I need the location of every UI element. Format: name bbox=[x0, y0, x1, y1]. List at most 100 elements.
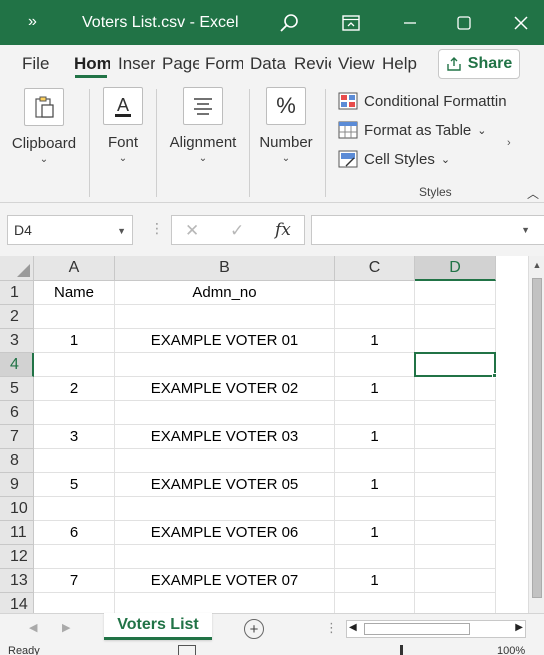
row-header[interactable]: 7 bbox=[0, 425, 34, 449]
cell-d[interactable] bbox=[415, 521, 496, 545]
cell-d[interactable] bbox=[415, 305, 496, 329]
row-header[interactable]: 9 bbox=[0, 473, 34, 497]
cell-b[interactable] bbox=[115, 353, 335, 377]
insert-function-icon[interactable]: fx bbox=[275, 220, 291, 240]
row-header[interactable]: 12 bbox=[0, 545, 34, 569]
column-header-c[interactable]: C bbox=[335, 256, 415, 281]
share-button[interactable]: Share bbox=[438, 49, 520, 79]
tab-help[interactable]: Help bbox=[382, 54, 417, 74]
cell-b[interactable] bbox=[115, 305, 335, 329]
tab-page-layout[interactable]: Page bbox=[162, 54, 199, 74]
row-header[interactable]: 10 bbox=[0, 497, 34, 521]
cell-b[interactable] bbox=[115, 401, 335, 425]
sheet-tab-voters-list[interactable]: Voters List bbox=[104, 613, 212, 640]
formula-input[interactable]: ▼ bbox=[311, 215, 544, 245]
cell-a[interactable]: 7 bbox=[34, 569, 115, 593]
column-header-a[interactable]: A bbox=[34, 256, 115, 281]
cell-a[interactable]: 6 bbox=[34, 521, 115, 545]
column-header-d[interactable]: D bbox=[415, 256, 496, 281]
cell-a[interactable] bbox=[34, 401, 115, 425]
tab-review[interactable]: Revie bbox=[294, 54, 331, 74]
cell-a[interactable]: 2 bbox=[34, 377, 115, 401]
row-header[interactable]: 8 bbox=[0, 449, 34, 473]
cell-c[interactable] bbox=[335, 353, 415, 377]
column-header-b[interactable]: B bbox=[115, 256, 335, 281]
minimize-icon[interactable] bbox=[387, 0, 433, 45]
conditional-formatting-button[interactable]: Conditional Formattin bbox=[338, 90, 507, 112]
fill-handle[interactable] bbox=[492, 373, 497, 378]
cell-a[interactable]: Name bbox=[34, 281, 115, 305]
cell-c[interactable]: 1 bbox=[335, 377, 415, 401]
scroll-right-icon[interactable]: ▶ bbox=[515, 622, 523, 633]
ribbon-display-options-icon[interactable] bbox=[328, 0, 374, 45]
zoom-level[interactable]: 100% bbox=[497, 645, 525, 655]
formula-bar-resize-handle[interactable]: ⋮ bbox=[150, 220, 164, 237]
cell-b[interactable] bbox=[115, 497, 335, 521]
cell-c[interactable]: 1 bbox=[335, 521, 415, 545]
select-all-button[interactable] bbox=[0, 256, 34, 281]
row-header[interactable]: 13 bbox=[0, 569, 34, 593]
cell-d[interactable] bbox=[415, 497, 496, 521]
tab-view[interactable]: View bbox=[338, 54, 375, 74]
alignment-button[interactable]: Alignment ⌄ bbox=[163, 83, 243, 164]
row-header[interactable]: 1 bbox=[0, 281, 34, 305]
add-sheet-icon[interactable]: + bbox=[244, 619, 264, 639]
cell-c[interactable] bbox=[335, 401, 415, 425]
cell-a[interactable] bbox=[34, 497, 115, 521]
cell-b[interactable] bbox=[115, 593, 335, 613]
cell-a[interactable]: 5 bbox=[34, 473, 115, 497]
cell-c[interactable] bbox=[335, 497, 415, 521]
scroll-left-icon[interactable]: ◀ bbox=[349, 622, 357, 633]
cell-a[interactable] bbox=[34, 449, 115, 473]
name-box[interactable]: D4 ▼ bbox=[7, 215, 133, 245]
cell-c[interactable]: 1 bbox=[335, 473, 415, 497]
cell-b[interactable]: EXAMPLE VOTER 06 bbox=[115, 521, 335, 545]
enter-icon[interactable]: ✓ bbox=[230, 221, 244, 241]
row-header[interactable]: 6 bbox=[0, 401, 34, 425]
horizontal-scrollbar[interactable]: ◀ ▶ bbox=[346, 620, 526, 638]
tab-data[interactable]: Data bbox=[250, 54, 288, 74]
next-sheet-icon[interactable]: ▶ bbox=[62, 621, 70, 634]
number-button[interactable]: % Number ⌄ bbox=[255, 83, 317, 164]
font-button[interactable]: A Font ⌄ bbox=[96, 83, 150, 164]
cell-styles-button[interactable]: Cell Styles ⌄ bbox=[338, 148, 450, 170]
row-header[interactable]: 5 bbox=[0, 377, 34, 401]
search-icon[interactable] bbox=[266, 0, 312, 45]
cell-c[interactable] bbox=[335, 449, 415, 473]
quick-access-overflow-icon[interactable]: » bbox=[28, 13, 37, 31]
maximize-icon[interactable] bbox=[441, 0, 487, 45]
cell-b[interactable]: EXAMPLE VOTER 01 bbox=[115, 329, 335, 353]
cell-d[interactable] bbox=[415, 401, 496, 425]
chevron-down-icon[interactable]: ▼ bbox=[117, 226, 126, 236]
previous-sheet-icon[interactable]: ◀ bbox=[29, 621, 37, 634]
cell-b[interactable]: EXAMPLE VOTER 03 bbox=[115, 425, 335, 449]
cell-a[interactable] bbox=[34, 593, 115, 613]
cell-c[interactable] bbox=[335, 305, 415, 329]
cell-b[interactable] bbox=[115, 545, 335, 569]
cell-c[interactable]: 1 bbox=[335, 425, 415, 449]
cell-a[interactable]: 1 bbox=[34, 329, 115, 353]
vertical-scrollbar[interactable]: ▲ bbox=[528, 256, 544, 613]
row-header[interactable]: 14 bbox=[0, 593, 34, 613]
cell-c[interactable] bbox=[335, 281, 415, 305]
cell-c[interactable] bbox=[335, 545, 415, 569]
cell-d[interactable] bbox=[415, 425, 496, 449]
zoom-slider[interactable] bbox=[400, 645, 403, 655]
row-header[interactable]: 2 bbox=[0, 305, 34, 329]
cell-a[interactable] bbox=[34, 353, 115, 377]
ribbon-scroll-right-icon[interactable]: › bbox=[507, 137, 511, 149]
collapse-ribbon-icon[interactable]: ︿ bbox=[527, 185, 539, 202]
cell-b[interactable]: EXAMPLE VOTER 05 bbox=[115, 473, 335, 497]
tab-formulas[interactable]: Form bbox=[205, 54, 243, 74]
clipboard-button[interactable]: Clipboard ⌄ bbox=[6, 83, 82, 165]
row-header[interactable]: 4 bbox=[0, 353, 34, 377]
cell-d[interactable] bbox=[415, 377, 496, 401]
cell-a[interactable] bbox=[34, 305, 115, 329]
cell-d[interactable] bbox=[415, 329, 496, 353]
scroll-up-icon[interactable]: ▲ bbox=[529, 260, 544, 270]
horizontal-scroll-thumb[interactable] bbox=[364, 623, 470, 635]
cancel-icon[interactable]: ✕ bbox=[185, 221, 199, 241]
sheet-tab-resize-handle[interactable]: ⋮ bbox=[325, 620, 338, 636]
cell-b[interactable]: Admn_no bbox=[115, 281, 335, 305]
cell-a[interactable]: 3 bbox=[34, 425, 115, 449]
